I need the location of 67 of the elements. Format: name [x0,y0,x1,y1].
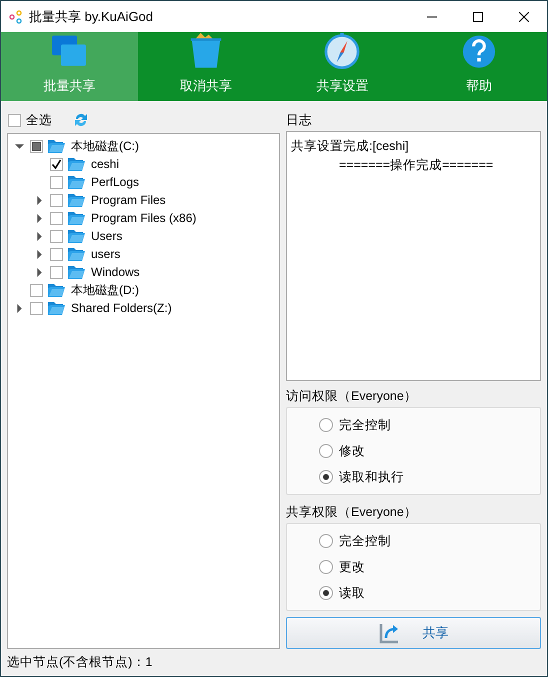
collapsed-arrow-icon[interactable] [34,196,44,204]
tree-checkbox[interactable] [50,248,63,260]
radio-button[interactable] [319,534,333,548]
tree-checkbox[interactable] [50,266,63,278]
folder-icon [68,247,85,261]
tree-item-label[interactable]: Program Files [91,191,166,209]
close-icon [519,12,529,22]
tree-checkbox[interactable] [30,284,43,296]
radio-button[interactable] [319,418,333,432]
group-title: 访问权限（Everyone） [286,388,418,405]
folder-icon [68,157,85,171]
tree-item-label[interactable]: Users [91,227,122,245]
maximize-icon [473,12,483,22]
radio-button[interactable] [319,470,333,484]
radio-label: 读取和执行 [339,468,404,486]
toolbar-tab[interactable]: 共享设置 [274,32,410,101]
tree-checkbox[interactable] [30,302,43,314]
folder-icon [68,211,85,225]
tree-item-label[interactable]: 本地磁盘(C:) [71,137,139,155]
radio-button[interactable] [319,586,333,600]
expanded-arrow-icon[interactable] [14,142,24,150]
tree-item-label[interactable]: Program Files (x86) [91,209,196,227]
tree-checkbox[interactable] [50,194,63,206]
tree-item-label[interactable]: users [91,245,120,263]
folder-icon [48,139,65,153]
folder-icon [68,229,85,243]
share-button[interactable]: 共享 [286,617,541,650]
tree-checkbox[interactable] [50,230,63,242]
select-all-label: 全选 [26,112,52,129]
log-line: 共享设置完成:[ceshi] [291,138,410,155]
window-title: 批量共享 by.KuAiGod [29,8,154,26]
select-all-checkbox[interactable] [8,114,21,126]
tree-checkbox[interactable] [50,176,63,188]
group-title: 共享权限（Everyone） [286,504,418,521]
radio-label: 完全控制 [339,532,391,550]
radio-label: 读取 [339,584,365,602]
tree-item-label[interactable]: PerfLogs [91,173,140,191]
radio-label: 修改 [339,442,365,460]
log-title: 日志 [286,112,313,129]
tree-checkbox[interactable] [30,140,43,152]
radio-button[interactable] [319,560,333,574]
folder-icon [48,283,65,297]
toolbar-tab[interactable]: 取消共享 [138,32,274,101]
collapsed-arrow-icon[interactable] [14,304,24,312]
folder-icon [68,175,85,189]
status-text: 选中节点(不含根节点)：1 [7,654,152,672]
tree-item-label[interactable]: ceshi [91,155,120,173]
folder-icon [68,193,85,207]
tree-item-label[interactable]: Shared Folders(Z:) [71,299,172,317]
radio-label: 完全控制 [339,416,391,434]
toolbar-tab[interactable]: 帮助 [410,32,547,101]
folder-icon [68,265,85,279]
share-icon [378,622,400,644]
collapsed-arrow-icon[interactable] [34,214,44,222]
tree-item-label[interactable]: Windows [91,263,140,281]
radio-button[interactable] [319,444,333,458]
collapsed-arrow-icon[interactable] [34,250,44,258]
log-line: =======操作完成======= [338,156,494,174]
radio-label: 更改 [339,558,365,576]
tree-item-label[interactable]: 本地磁盘(D:) [71,281,139,299]
collapsed-arrow-icon[interactable] [34,232,44,240]
refresh-icon[interactable] [74,112,88,128]
collapsed-arrow-icon[interactable] [34,268,44,276]
app-logo-icon [9,10,23,24]
folder-icon [48,301,65,315]
tree-checkbox[interactable] [50,158,63,170]
tree-checkbox[interactable] [50,212,63,224]
